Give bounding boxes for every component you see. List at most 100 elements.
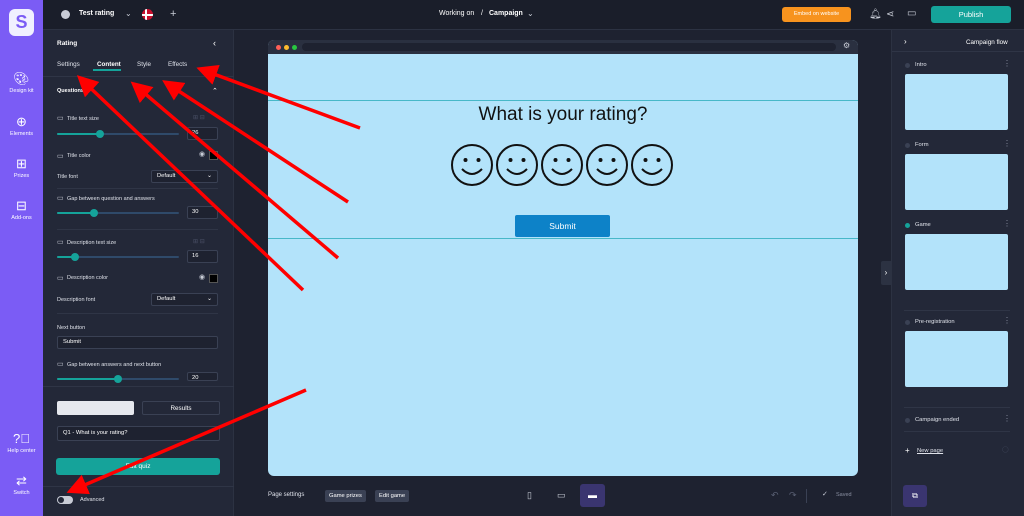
gap-question-label: Gap between question and answers — [67, 196, 155, 202]
desktop-icon: ▭ — [57, 239, 64, 246]
chevron-down-icon[interactable]: ⌄ — [527, 9, 534, 18]
chevron-up-icon[interactable]: ⌃ — [212, 87, 218, 95]
more-options-icon[interactable]: ⋮ — [1003, 414, 1011, 423]
submit-button[interactable]: Submit — [515, 215, 610, 237]
flow-page-form[interactable]: Form — [915, 142, 929, 148]
rail-item-prizes[interactable]: ⊞ Prizes — [0, 157, 43, 180]
saved-status: Saved — [836, 492, 852, 498]
more-options-icon[interactable]: ⋮ — [1003, 59, 1011, 68]
next-button-label: Next button — [57, 325, 86, 331]
rail-item-switch[interactable]: ⇄ Switch — [0, 473, 43, 497]
color-picker-icon[interactable]: ◉ — [199, 150, 205, 158]
redo-icon[interactable]: ↷ — [789, 490, 797, 501]
gap-answers-input[interactable]: 20 — [187, 372, 218, 381]
embed-on-website-button[interactable]: Embed on website — [782, 7, 851, 22]
game-prizes-chip[interactable]: Game prizes — [325, 490, 366, 502]
chat-icon[interactable]: ⧉ — [903, 485, 927, 507]
section-border — [268, 100, 858, 101]
flow-page-intro[interactable]: Intro — [915, 62, 927, 68]
slider-fill — [57, 212, 94, 214]
mobile-view-icon[interactable]: ▯ — [527, 490, 532, 501]
desktop-view-button[interactable]: ▬ — [580, 484, 605, 507]
color-picker-icon[interactable]: ◉ — [199, 273, 205, 281]
page-settings-link[interactable]: Page settings — [268, 492, 304, 498]
gap-question-input[interactable]: 30 — [187, 206, 218, 219]
slider-handle[interactable] — [114, 375, 122, 383]
more-options-icon[interactable]: ⋮ — [1003, 219, 1011, 228]
tab-style[interactable]: Style — [137, 61, 151, 68]
smiley-option-1[interactable] — [450, 143, 494, 187]
rail-label: Switch — [13, 490, 30, 496]
advanced-switch[interactable] — [57, 496, 73, 504]
switch-icon: ⇄ — [16, 473, 27, 488]
desktop-icon: ▭ — [57, 115, 64, 122]
desc-text-size-input[interactable]: 16 — [187, 250, 218, 263]
slider-handle[interactable] — [89, 209, 98, 217]
language-flag-icon[interactable] — [142, 9, 153, 20]
title-text-size-slider[interactable] — [57, 133, 179, 135]
rail-item-add-ons[interactable]: ⊟ Add-ons — [0, 199, 43, 222]
share-icon[interactable]: ⋖ — [886, 9, 894, 20]
desktop-view-icon: ▬ — [588, 490, 597, 500]
page-thumbnail-pre-registration[interactable] — [905, 331, 1008, 387]
title-text-size-input[interactable]: 26 — [187, 127, 218, 140]
app-logo[interactable]: S — [9, 9, 34, 36]
question-title[interactable]: What is your rating? — [268, 104, 858, 126]
flow-page-game[interactable]: Game — [915, 222, 931, 228]
flow-page-pre-registration[interactable]: Pre-registration — [915, 319, 955, 325]
collapse-panel-icon[interactable]: ‹ — [213, 38, 216, 48]
next-button-text-input[interactable]: Submit — [57, 336, 218, 349]
smiley-option-5[interactable] — [630, 143, 674, 187]
tab-settings[interactable]: Settings — [57, 61, 80, 68]
question-list-item[interactable]: Q1 - What is your rating? — [57, 426, 220, 441]
desc-color-swatch[interactable] — [209, 274, 218, 283]
new-page-link[interactable]: New page — [917, 448, 943, 454]
chevron-down-icon[interactable]: ⌄ — [125, 9, 132, 18]
unit-toggle-icon[interactable]: ⊞ ⊟ — [193, 238, 205, 245]
rail-item-help-center[interactable]: ?⃝ Help center — [0, 432, 43, 455]
desc-font-label: Description font — [57, 297, 96, 303]
chevron-right-icon[interactable]: › — [904, 37, 907, 46]
plus-icon[interactable]: + — [905, 446, 910, 455]
gear-icon[interactable]: ⚙ — [843, 41, 850, 50]
title-color-swatch[interactable] — [209, 151, 218, 160]
rail-item-elements[interactable]: ⊕ Elements — [0, 115, 43, 138]
unit-toggle-icon[interactable]: ⊞ ⊟ — [193, 114, 205, 121]
tab-content[interactable]: Content — [97, 61, 121, 68]
page-status-dot — [905, 63, 910, 68]
tab-effects[interactable]: Effects — [168, 61, 187, 68]
page-thumbnail-game[interactable] — [905, 234, 1008, 290]
page-thumbnail-intro[interactable] — [905, 74, 1008, 130]
publish-button[interactable]: Publish — [931, 6, 1011, 23]
edit-game-chip[interactable]: Edit game — [375, 490, 410, 502]
divider — [57, 229, 218, 230]
more-options-icon[interactable]: ⋮ — [1003, 316, 1011, 325]
edit-quiz-button[interactable]: Edit quiz — [56, 458, 220, 475]
questions-toggle-button[interactable]: Questions — [57, 401, 134, 415]
project-name[interactable]: Test rating — [79, 10, 114, 17]
rail-item-design-kit[interactable]: 🎨︎ Design kit — [0, 72, 43, 95]
section-header-questions[interactable]: Questions — [57, 88, 84, 94]
page-thumbnail-form[interactable] — [905, 154, 1008, 210]
smiley-option-3[interactable] — [540, 143, 584, 187]
status-dot-icon — [61, 10, 70, 19]
desktop-icon: ▭ — [57, 361, 64, 368]
more-options-icon[interactable]: ⋮ — [1003, 139, 1011, 148]
gap-question-slider[interactable] — [57, 212, 179, 214]
tablet-view-icon[interactable]: ▭ — [557, 490, 566, 501]
divider — [43, 386, 234, 387]
expand-right-panel-icon[interactable]: › — [881, 261, 891, 285]
bell-icon[interactable]: 🔔︎ — [869, 9, 882, 20]
browser-chrome: ⚙ — [268, 40, 858, 54]
smiley-option-2[interactable] — [495, 143, 539, 187]
smiley-option-4[interactable] — [585, 143, 629, 187]
monitor-icon[interactable]: ▭ — [907, 8, 916, 19]
undo-icon[interactable]: ↶ — [771, 490, 779, 501]
title-font-select[interactable]: Default ⌄ — [151, 170, 218, 183]
desc-font-select[interactable]: Default ⌄ — [151, 293, 218, 306]
flow-page-campaign-ended[interactable]: Campaign ended — [915, 417, 959, 423]
add-language-button[interactable]: + — [170, 8, 176, 20]
slider-handle[interactable] — [95, 130, 104, 138]
campaign-breadcrumb[interactable]: Campaign — [489, 10, 523, 17]
results-toggle-button[interactable]: Results — [142, 401, 220, 415]
